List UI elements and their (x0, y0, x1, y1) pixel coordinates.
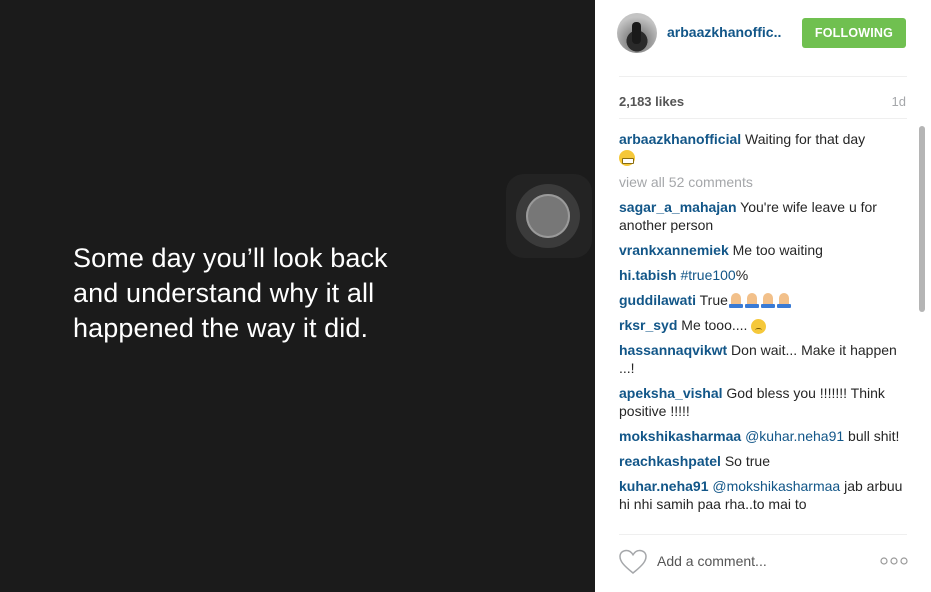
quote-text: Some day you’ll look back and understand… (73, 243, 388, 343)
comment-username[interactable]: mokshikasharmaa (619, 428, 741, 444)
comment-text: bull shit! (848, 428, 900, 445)
comment-item: vrankxannemiek Me too waiting (619, 241, 909, 259)
comment-item: apeksha_vishal God bless you !!!!!!! Thi… (619, 384, 909, 420)
caption: arbaazkhanofficial Waiting for that day (619, 130, 909, 167)
folded-hands-icon (728, 292, 744, 309)
caption-username[interactable]: arbaazkhanofficial (619, 131, 741, 147)
scrollbar-thumb[interactable] (919, 126, 925, 312)
likes-count[interactable]: 2,183 likes (619, 94, 684, 109)
comment-item: guddilawati True (619, 291, 909, 309)
post-media[interactable]: Some day you’ll look back and understand… (0, 0, 595, 592)
comment-item: hi.tabish #true100% (619, 266, 909, 284)
comment-item: hassannaqvikwt Don wait... Make it happe… (619, 341, 909, 377)
more-options-icon[interactable] (880, 556, 908, 566)
comment-mention[interactable]: @kuhar.neha91 (745, 428, 844, 444)
comment-username[interactable]: hassannaqvikwt (619, 342, 727, 358)
comments-scrollbar[interactable] (918, 126, 926, 526)
comment-item: sagar_a_mahajan You're wife leave u for … (619, 198, 909, 234)
comment-item: rksr_syd Me tooo.... (619, 316, 909, 335)
comment-username[interactable]: apeksha_vishal (619, 385, 723, 401)
comment-text: True (699, 292, 728, 309)
comment-username[interactable]: kuhar.neha91 (619, 478, 709, 494)
comment-item: reachkashpatel So true (619, 452, 909, 470)
following-button[interactable]: FOLLOWING (802, 18, 906, 48)
folded-hands-icon (760, 292, 776, 309)
author-username[interactable]: arbaazkhanoffic.. (667, 24, 781, 40)
post-age[interactable]: 1d (892, 94, 906, 109)
assistive-touch-dot (526, 194, 570, 238)
comment-text: Me too waiting (732, 242, 823, 259)
comment-username[interactable]: guddilawati (619, 292, 696, 308)
post-header: arbaazkhanoffic.. FOLLOWING (595, 0, 931, 64)
comment-mention[interactable]: @mokshikasharmaa (712, 478, 840, 494)
add-comment-input[interactable] (657, 552, 857, 570)
disappointed-face-icon (751, 319, 767, 335)
comment-text: So true (724, 453, 770, 470)
avatar[interactable] (617, 13, 657, 53)
folded-hands-icon (776, 292, 792, 309)
comment-username[interactable]: vrankxannemiek (619, 242, 729, 258)
post-sidebar: arbaazkhanoffic.. FOLLOWING 2,183 likes … (595, 0, 931, 592)
comment-username[interactable]: sagar_a_mahajan (619, 199, 737, 215)
comment-text: Me tooo.... (681, 317, 748, 334)
comment-username[interactable]: hi.tabish (619, 267, 677, 283)
footer-divider (619, 534, 907, 535)
comment-item: kuhar.neha91 @mokshikasharmaa jab arbuu … (619, 477, 909, 513)
comment-username[interactable]: reachkashpatel (619, 453, 721, 469)
grimacing-face-icon (619, 150, 635, 167)
header-divider (619, 76, 907, 77)
comment-item: mokshikasharmaa @kuhar.neha91 bull shit! (619, 427, 909, 445)
folded-hands-icon (744, 292, 760, 309)
view-all-comments-link[interactable]: view all 52 comments (619, 173, 909, 191)
likes-divider (619, 118, 907, 119)
comments-list: arbaazkhanofficial Waiting for that day … (619, 128, 909, 526)
comment-hashtag[interactable]: #true100 (680, 267, 735, 283)
caption-text: Waiting for that day (745, 131, 866, 147)
comment-text: % (735, 267, 749, 284)
heart-icon[interactable] (619, 549, 647, 575)
comment-username[interactable]: rksr_syd (619, 317, 677, 333)
